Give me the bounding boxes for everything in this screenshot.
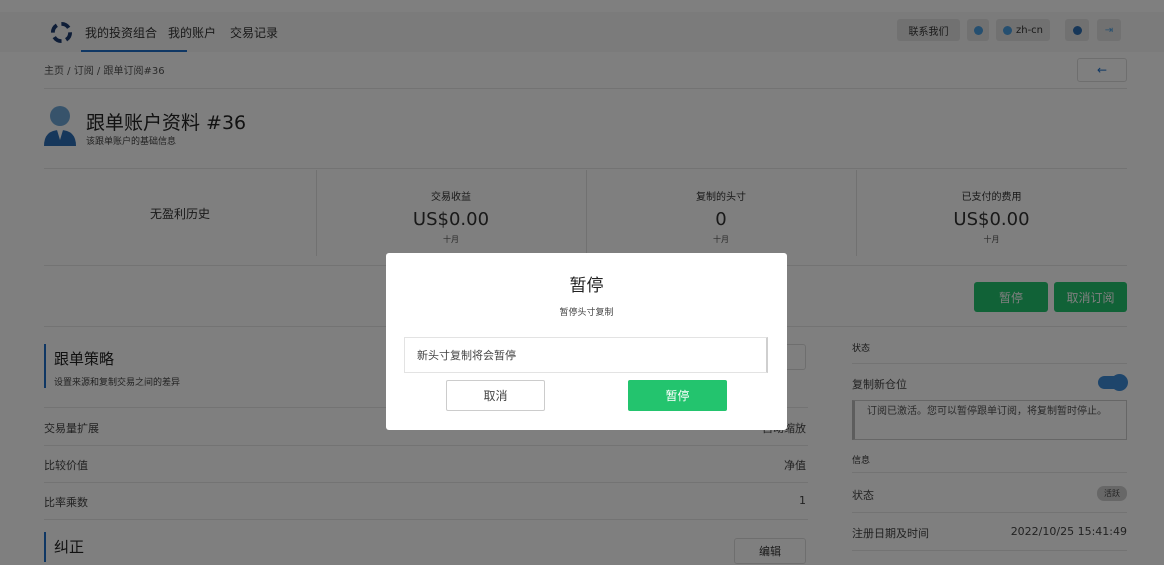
dialog-cancel-button[interactable]: 取消 xyxy=(446,380,545,411)
dialog-confirm-pause-button[interactable]: 暂停 xyxy=(628,380,727,411)
dialog-message-field[interactable]: 新头寸复制将会暂停 xyxy=(404,337,768,373)
confirm-label: 暂停 xyxy=(665,389,690,403)
dialog-subtitle: 暂停头寸复制 xyxy=(559,308,614,318)
dialog-title: 暂停 xyxy=(569,276,604,296)
cancel-label: 取消 xyxy=(483,389,508,403)
pause-dialog: 暂停 暂停头寸复制 新头寸复制将会暂停 取消 暂停 xyxy=(386,253,787,430)
